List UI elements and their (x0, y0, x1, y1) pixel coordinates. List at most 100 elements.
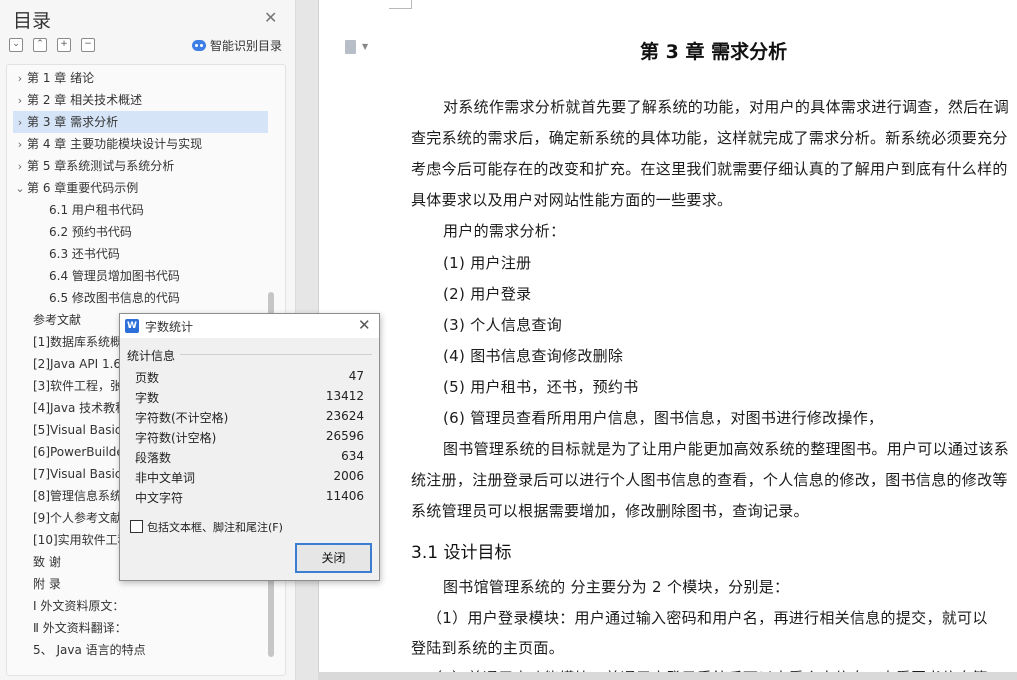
chevron-right-icon[interactable]: › (13, 112, 27, 133)
toc-item-label: 附 录 (33, 577, 61, 591)
stat-value: 2006 (333, 469, 364, 483)
document-page[interactable]: ▼ 第 3 章 需求分析 对系统作需求分析就首先要了解系统的功能，对用户的具体需… (318, 0, 1017, 680)
stat-label: 字数 (135, 391, 160, 405)
chevron-right-icon[interactable]: › (13, 68, 27, 89)
expand-all-icon[interactable]: ⌃ (33, 38, 47, 52)
toc-item-label: [3]软件工程，张 (33, 379, 122, 393)
toc-item-label: 6.1 用户租书代码 (49, 203, 144, 217)
group-divider (180, 354, 372, 355)
paragraph-line: 查完系统的需求后，确定新系统的具体功能，这样就完成了需求分析。新系统必须要充分 (411, 129, 1008, 147)
toc-item-label: 参考文献 (33, 313, 82, 327)
horizontal-scrollbar[interactable] (318, 672, 1017, 680)
paragraph-line: 对系统作需求分析就首先要了解系统的功能，对用户的具体需求进行调查，然后在调 (443, 98, 1010, 116)
include-textbox-checkbox[interactable] (130, 520, 143, 533)
toc-item[interactable]: 6.1 用户租书代码 (13, 199, 285, 221)
stat-value: 26596 (325, 429, 364, 443)
paragraph-line: （1）用户登录模块：用户通过输入密码和用户名，再进行相关信息的提交，就可以 (427, 609, 988, 627)
toc-item[interactable]: 5、 Java 语言的特点 (13, 639, 285, 661)
paragraph-line: 系统管理员可以根据需要增加，修改删除图书，查询记录。 (411, 502, 809, 520)
toc-item-label: 6.5 修改图书信息的代码 (49, 291, 180, 305)
toc-item-label: Ⅰ 外文资料原文： (33, 599, 125, 613)
close-button[interactable]: 关闭 (295, 543, 372, 573)
remove-level-icon[interactable]: − (81, 38, 95, 52)
wps-logo-icon: W (125, 319, 139, 333)
toc-item-label: 第 3 章 需求分析 (27, 115, 119, 129)
paragraph-line: 图书馆管理系统的 分主要分为 2 个模块，分别是： (443, 578, 790, 596)
paragraph-line: 登陆到系统的主页面。 (411, 639, 565, 657)
toc-item[interactable]: › 第 1 章 绪论 (13, 67, 268, 89)
document-icon[interactable] (345, 40, 356, 54)
stat-value: 23624 (325, 409, 364, 423)
stat-value: 47 (348, 369, 364, 383)
toc-item-label: 第 6 章重要代码示例 (27, 181, 139, 195)
toc-item-label: 第 5 章系统测试与系统分析 (27, 159, 175, 173)
toc-item[interactable]: › 第 3 章 需求分析 (13, 111, 268, 133)
robot-icon (192, 40, 206, 51)
stat-label: 非中文单词 (135, 471, 196, 485)
toc-item-label: [1]数据库系统概 (33, 335, 122, 349)
close-icon[interactable]: ✕ (264, 8, 277, 27)
chevron-right-icon[interactable]: › (13, 90, 27, 111)
toc-item[interactable]: › 第 4 章 主要功能模块设计与实现 (13, 133, 268, 155)
toc-item-label: [9]个人参考文献 (33, 511, 122, 525)
stat-value: 634 (341, 449, 364, 463)
paragraph-line: (3) 个人信息查询 (443, 316, 563, 334)
word-count-dialog: W 字数统计 ✕ 统计信息 页数 47 字数 13412 字符数(不计空格) 23624 字… (119, 313, 380, 581)
page-corner-mark (389, 0, 412, 9)
toc-item[interactable]: Ⅰ 外文资料原文： (13, 595, 285, 617)
include-textbox-label: 包括文本框、脚注和尾注(F) (147, 521, 283, 534)
toc-item[interactable]: Ⅱ 外文资料翻译： (13, 617, 285, 639)
toc-item-label: 第 2 章 相关技术概述 (27, 93, 143, 107)
toc-item-label: 5、 Java 语言的特点 (33, 643, 146, 657)
paragraph-line: (2) 用户登录 (443, 285, 532, 303)
stats-group-label: 统计信息 (127, 349, 176, 363)
paragraph-line: (5) 用户租书，还书，预约书 (443, 378, 639, 396)
toc-item-label: 6.4 管理员增加图书代码 (49, 269, 180, 283)
toc-item[interactable]: › 第 2 章 相关技术概述 (13, 89, 268, 111)
stat-label: 页数 (135, 371, 160, 385)
chevron-down-icon[interactable]: ▼ (362, 42, 368, 51)
chevron-right-icon[interactable]: › (13, 156, 27, 177)
toc-item-label: [7]Visual Basic (33, 467, 122, 481)
sidebar-title: 目录 (13, 10, 52, 32)
paragraph-line: 用户的需求分析： (443, 222, 566, 240)
toc-item-label: 致 谢 (33, 555, 61, 569)
smart-toc-button[interactable]: 智能识别目录 (192, 37, 282, 54)
chevron-right-icon[interactable]: › (13, 134, 27, 155)
paragraph-line: (4) 图书信息查询修改删除 (443, 347, 624, 365)
chapter-title: 第 3 章 需求分析 (640, 41, 788, 63)
toc-item[interactable]: 6.5 修改图书信息的代码 (13, 287, 285, 309)
stat-label: 字符数(计空格) (135, 431, 217, 445)
toc-item[interactable]: ⌄ 第 6 章重要代码示例 (13, 177, 268, 199)
stat-value: 13412 (325, 389, 364, 403)
toc-item-label: [4]Java 技术教程 (33, 401, 128, 415)
dialog-title: 字数统计 (145, 320, 194, 334)
paragraph-line: (1) 用户注册 (443, 254, 532, 272)
close-icon[interactable]: ✕ (358, 316, 371, 334)
toc-item-label: [6]PowerBuilder (33, 445, 129, 459)
toc-item-label: 第 4 章 主要功能模块设计与实现 (27, 137, 203, 151)
paragraph-line: 图书管理系统的目标就是为了让用户能更加高效系统的整理图书。用户可以通过该系 (443, 440, 1010, 458)
toc-item-label: 6.3 还书代码 (49, 247, 120, 261)
toc-item-label: 6.2 预约书代码 (49, 225, 132, 239)
paragraph-line: 考虑今后可能存在的改变和扩充。在这里我们就需要仔细认真的了解用户到底有什么样的 (411, 160, 1008, 178)
toc-item[interactable]: › 第 5 章系统测试与系统分析 (13, 155, 268, 177)
toc-item[interactable]: 6.3 还书代码 (13, 243, 285, 265)
collapse-all-icon[interactable]: ⌄ (9, 38, 23, 52)
stat-value: 11406 (325, 489, 364, 503)
stat-label: 字符数(不计空格) (135, 411, 229, 425)
paragraph-line: (6) 管理员查看所用用户信息，图书信息，对图书进行修改操作， (443, 409, 884, 427)
toc-item[interactable]: 6.4 管理员增加图书代码 (13, 265, 285, 287)
chevron-down-icon[interactable]: ⌄ (13, 178, 27, 199)
toc-item-label: Ⅱ 外文资料翻译： (33, 621, 127, 635)
toc-item[interactable]: 6.2 预约书代码 (13, 221, 285, 243)
add-level-icon[interactable]: + (57, 38, 71, 52)
section-title: 3.1 设计目标 (411, 543, 512, 563)
toc-item-label: 第 1 章 绪论 (27, 71, 95, 85)
paragraph-line: 具体要求以及用户对网站性能方面的一些要求。 (411, 191, 733, 209)
toc-item-label: [8]管理信息系统 (33, 489, 122, 503)
paragraph-line: 统注册，注册登录后可以进行个人图书信息的查看，个人信息的修改，图书信息的修改等 (411, 471, 1008, 489)
toc-item-label: [10]实用软件工程 (33, 533, 130, 547)
stat-label: 段落数 (135, 451, 172, 465)
smart-toc-label: 智能识别目录 (210, 39, 283, 53)
